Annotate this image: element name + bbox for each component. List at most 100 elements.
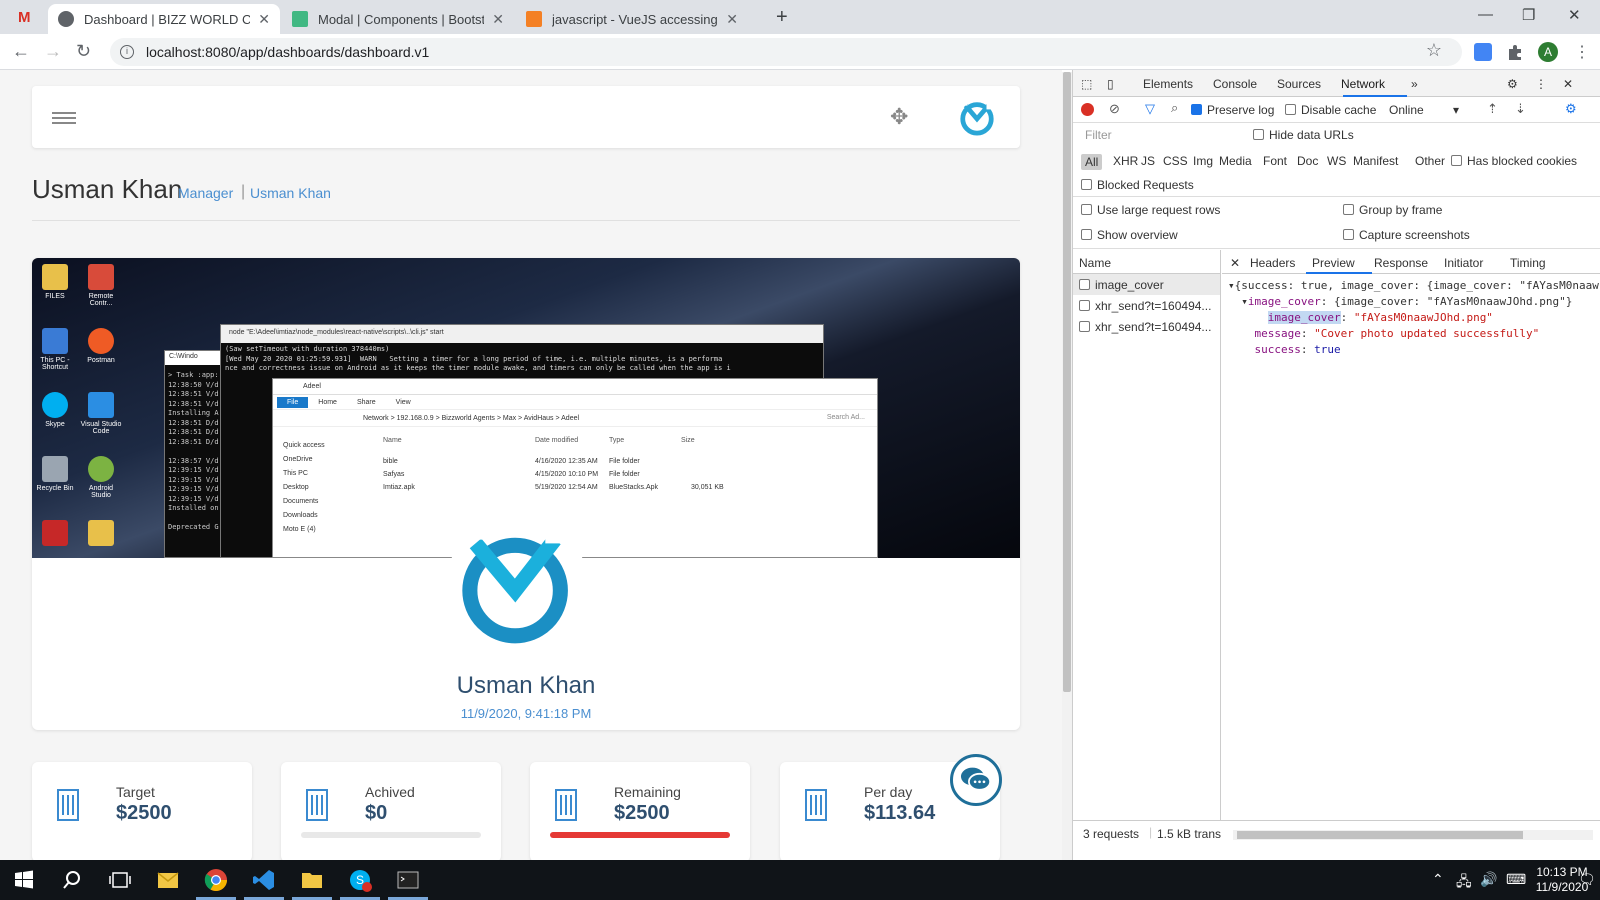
request-row[interactable]: image_cover [1073,274,1220,295]
mail-folder-icon[interactable] [156,868,180,892]
search-icon[interactable]: ⌕ [1171,100,1178,116]
type-filter-xhr[interactable]: XHR [1113,154,1138,168]
inspect-element-icon[interactable]: ⬚ [1081,77,1092,91]
close-tab-icon[interactable]: ✕ [258,11,270,28]
json-key: message [1254,327,1301,340]
translate-extension-icon[interactable] [1474,43,1492,61]
type-filter-img[interactable]: Img [1193,154,1213,168]
record-icon[interactable] [1081,103,1094,116]
vscode-icon[interactable] [252,868,276,892]
json-line[interactable]: ▾{success: true, image_cover: {image_cov… [1228,279,1599,292]
profile-avatar[interactable]: A [1538,42,1558,62]
close-window-icon[interactable]: ✕ [1568,6,1581,24]
fullscreen-move-icon[interactable]: ✥ [890,104,908,130]
request-row[interactable]: xhr_send?t=160494... [1073,295,1220,316]
tray-chevron-icon[interactable]: ⌃ [1432,871,1444,888]
import-har-icon[interactable]: ⇡ [1487,101,1498,117]
bookmark-star-icon[interactable]: ☆ [1426,40,1442,61]
tab-network[interactable]: Network [1341,77,1385,91]
profile-avatar-logo[interactable] [447,513,587,653]
throttling-select[interactable]: Online ▾ [1389,103,1459,117]
type-filter-js[interactable]: JS [1141,154,1155,168]
close-tab-icon[interactable]: ✕ [492,11,504,28]
back-icon[interactable]: ← [12,41,30,62]
profile-name: Usman Khan [456,672,596,699]
device-toolbar-icon[interactable]: ▯ [1107,77,1114,91]
settings-gear-icon[interactable]: ⚙ [1507,77,1518,91]
forward-icon[interactable]: → [44,41,62,62]
network-icon[interactable]: 🖧 [1456,871,1472,895]
export-har-icon[interactable]: ⇣ [1515,101,1526,117]
stat-label: Achived [365,784,415,800]
devtools-menu-icon[interactable]: ⋮ [1535,77,1547,91]
more-tabs-icon[interactable]: » [1411,77,1418,91]
page-scrollbar[interactable] [1062,72,1072,860]
request-row[interactable]: xhr_send?t=160494... [1073,316,1220,337]
browser-tab-dashboard[interactable]: Dashboard | BIZZ WORLD COMM ✕ [48,4,280,34]
preview-hscrollbar[interactable] [1233,830,1593,840]
show-overview-checkbox[interactable]: Show overview [1081,228,1178,242]
tab-initiator[interactable]: Initiator [1444,256,1483,270]
has-blocked-cookies-checkbox[interactable]: Has blocked cookies [1451,154,1577,168]
blocked-requests-checkbox[interactable]: Blocked Requests [1081,178,1194,192]
close-devtools-icon[interactable]: ✕ [1563,77,1573,91]
extensions-puzzle-icon[interactable] [1506,43,1524,61]
tab-console[interactable]: Console [1213,77,1257,91]
tab-sources[interactable]: Sources [1277,77,1321,91]
notifications-icon[interactable]: 🗨 [1578,871,1596,888]
tab-response[interactable]: Response [1374,256,1428,270]
volume-icon[interactable]: 🔊 [1480,871,1497,888]
type-filter-all[interactable]: All [1081,154,1103,170]
brand-logo[interactable] [958,98,996,136]
hide-data-urls-checkbox[interactable]: Hide data URLs [1253,128,1354,142]
type-filter-css[interactable]: CSS [1163,154,1188,168]
tab-elements[interactable]: Elements [1143,77,1193,91]
tab-preview[interactable]: Preview [1312,256,1355,270]
chat-bubble-icon[interactable] [950,754,1002,806]
file-explorer-icon[interactable] [300,868,324,892]
type-filter-font[interactable]: Font [1263,154,1287,168]
type-filter-doc[interactable]: Doc [1297,154,1318,168]
group-by-frame-checkbox[interactable]: Group by frame [1343,203,1442,217]
devtools-tabbar: ⬚ ▯ Elements Console Sources Network » ⚙… [1073,70,1600,97]
task-view-icon[interactable] [108,868,132,892]
info-icon[interactable]: i [120,45,134,59]
disable-cache-checkbox[interactable]: Disable cache [1285,103,1376,117]
maximize-icon[interactable]: ❐ [1522,6,1535,24]
url-bar[interactable]: i localhost:8080/app/dashboards/dashboar… [110,38,1462,66]
reload-icon[interactable]: ↻ [76,41,91,62]
new-tab-icon[interactable]: + [776,6,788,29]
chrome-icon[interactable] [204,868,228,892]
breadcrumb-manager[interactable]: Manager [178,185,233,201]
json-line[interactable]: ▾image_cover: {image_cover: "fAYasM0naaw… [1241,295,1572,308]
filter-input[interactable]: Filter [1081,126,1243,144]
tab-headers[interactable]: Headers [1250,256,1295,270]
skype-icon[interactable]: S [348,868,372,892]
hamburger-menu-icon[interactable] [52,112,76,124]
clear-icon[interactable]: ⊘ [1109,101,1120,117]
large-rows-checkbox[interactable]: Use large request rows [1081,203,1220,217]
breadcrumb-user[interactable]: Usman Khan [250,185,331,201]
gmail-tab-icon[interactable]: M [18,9,31,26]
browser-menu-icon[interactable]: ⋮ [1574,42,1590,62]
keyboard-icon[interactable]: ⌨ [1506,871,1526,888]
tab-timing[interactable]: Timing [1510,256,1546,270]
browser-tab-bootstrap[interactable]: Modal | Components | Bootstrap ✕ [282,4,514,34]
network-settings-icon[interactable]: ⚙ [1565,101,1577,117]
type-filter-manifest[interactable]: Manifest [1353,154,1398,168]
name-column-header[interactable]: Name [1073,250,1220,274]
type-filter-media[interactable]: Media [1219,154,1252,168]
filter-icon[interactable]: ▽ [1145,101,1155,117]
terminal-icon[interactable] [396,868,420,892]
capture-screenshots-checkbox[interactable]: Capture screenshots [1343,228,1470,242]
search-icon[interactable] [60,868,84,892]
minimize-icon[interactable]: — [1478,6,1493,23]
browser-tab-stackoverflow[interactable]: javascript - VueJS accessing exter ✕ [516,4,748,34]
preserve-log-checkbox[interactable]: Preserve log [1191,103,1274,117]
close-tab-icon[interactable]: ✕ [726,11,738,28]
type-filter-other[interactable]: Other [1415,154,1445,168]
close-detail-icon[interactable]: ✕ [1230,256,1240,270]
type-filter-ws[interactable]: WS [1327,154,1346,168]
transfer-size: 1.5 kB trans [1157,827,1222,841]
windows-start-icon[interactable] [12,868,36,892]
